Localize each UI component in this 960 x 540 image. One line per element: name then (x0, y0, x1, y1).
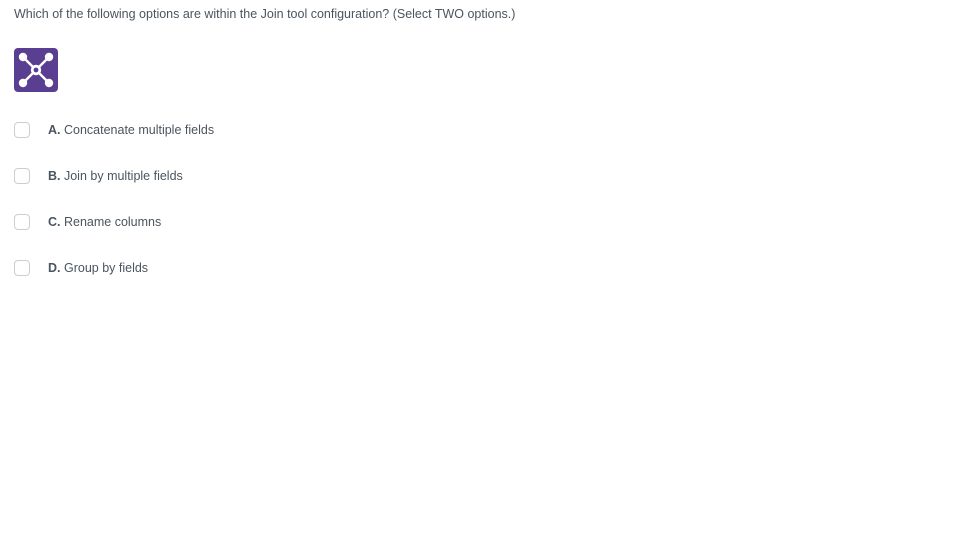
option-b-checkbox[interactable] (14, 168, 30, 184)
option-a-letter: A. (48, 123, 61, 137)
option-b-text: Join by multiple fields (64, 169, 183, 183)
option-c-label: C. Rename columns (48, 215, 161, 229)
option-b-letter: B. (48, 169, 61, 183)
option-a: A. Concatenate multiple fields (14, 122, 946, 138)
option-c: C. Rename columns (14, 214, 946, 230)
option-d-label: D. Group by fields (48, 261, 148, 275)
options-list: A. Concatenate multiple fields B. Join b… (14, 122, 946, 276)
option-a-checkbox[interactable] (14, 122, 30, 138)
option-d: D. Group by fields (14, 260, 946, 276)
option-d-letter: D. (48, 261, 61, 275)
join-tool-glyph (14, 48, 58, 92)
question-block: Which of the following options are withi… (0, 0, 960, 282)
option-c-checkbox[interactable] (14, 214, 30, 230)
option-a-text: Concatenate multiple fields (64, 123, 214, 137)
option-a-label: A. Concatenate multiple fields (48, 123, 214, 137)
join-tool-icon (14, 48, 58, 92)
option-c-letter: C. (48, 215, 61, 229)
option-b: B. Join by multiple fields (14, 168, 946, 184)
option-c-text: Rename columns (64, 215, 161, 229)
question-text: Which of the following options are withi… (14, 6, 946, 24)
option-d-checkbox[interactable] (14, 260, 30, 276)
option-b-label: B. Join by multiple fields (48, 169, 183, 183)
option-d-text: Group by fields (64, 261, 148, 275)
